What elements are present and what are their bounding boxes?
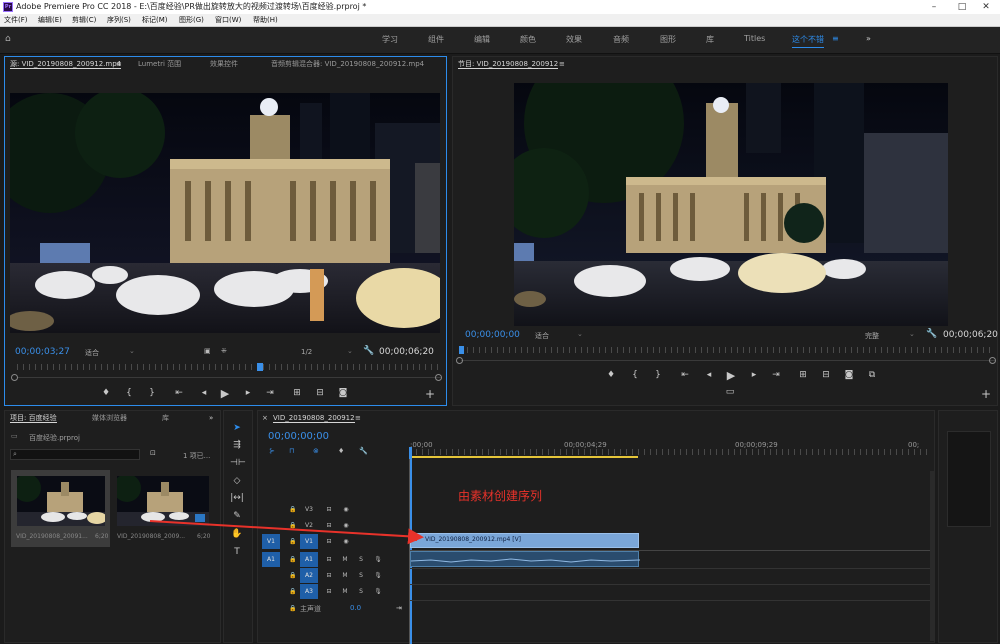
audio-meter (947, 431, 991, 527)
audio-meters-panel (938, 410, 998, 643)
annotation-arrow (149, 520, 424, 545)
